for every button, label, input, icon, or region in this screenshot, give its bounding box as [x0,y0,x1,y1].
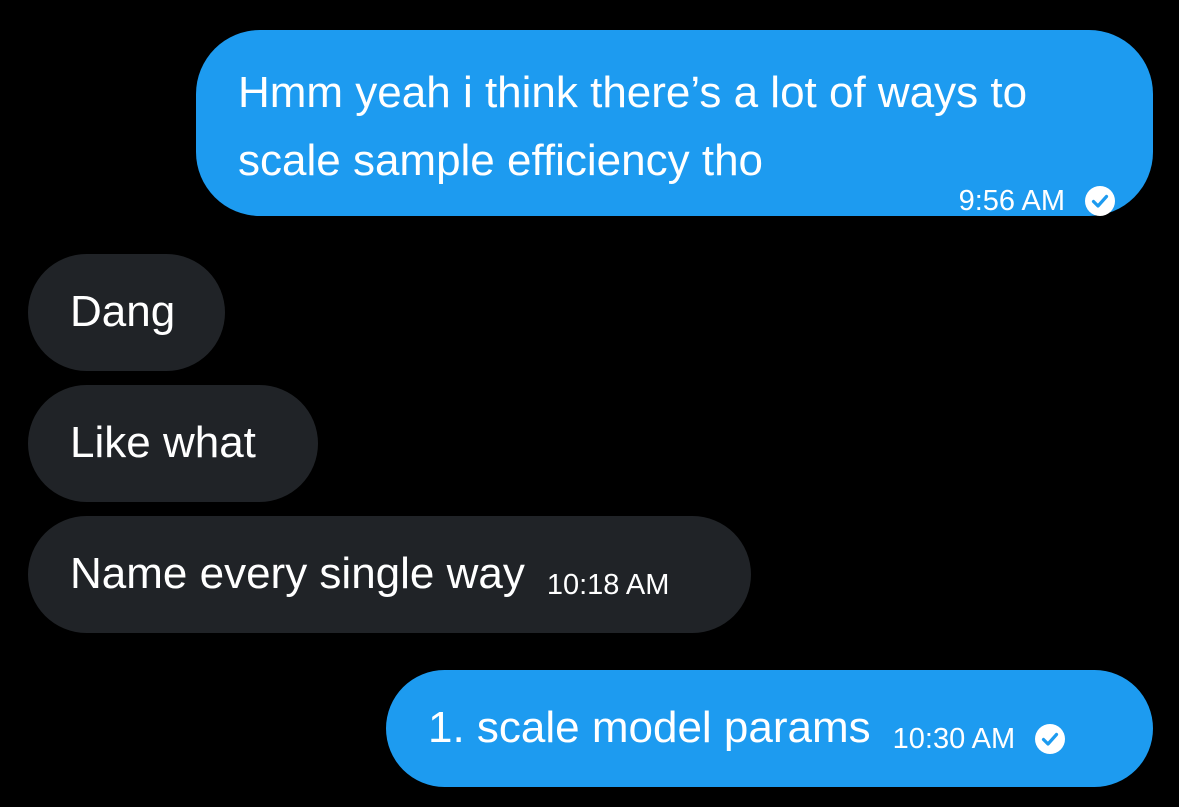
message-text: 1. scale model params [428,703,871,752]
message-text: Dang [70,287,176,336]
received-message-bubble[interactable]: Name every single way 10:18 AM [28,516,751,633]
sent-message-bubble[interactable]: 1. scale model params 10:30 AM [386,670,1153,787]
sent-message-bubble[interactable]: Hmm yeah i think there’s a lot of ways t… [196,30,1153,218]
message-meta: 9:56 AM [959,184,1115,218]
check-circle-icon [1085,186,1115,216]
message-meta: 10:30 AM [893,722,1066,756]
message-timestamp: 10:18 AM [546,569,670,601]
message-text: Name every single way [70,549,525,598]
received-message-bubble[interactable]: Dang [28,254,225,371]
message-timestamp: 9:56 AM [958,185,1065,217]
received-message-bubble[interactable]: Like what [28,385,318,502]
message-text: Hmm yeah i think there’s a lot of ways t… [238,68,1028,185]
message-timestamp: 10:30 AM [892,723,1016,755]
check-circle-icon [1035,724,1066,754]
message-text: Like what [70,418,256,467]
